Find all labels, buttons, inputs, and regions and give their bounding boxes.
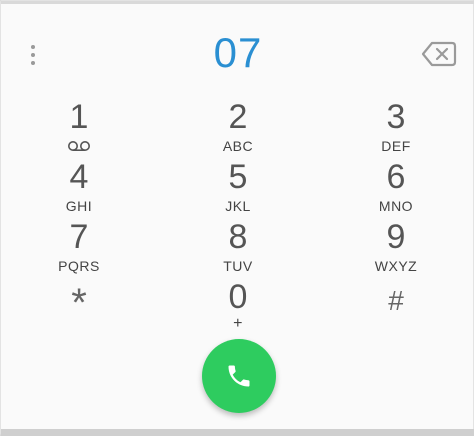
key-digit: 4 (69, 158, 89, 196)
key-letters: DEF (381, 138, 411, 154)
key-8[interactable]: 8 TUV (163, 219, 313, 277)
key-digit: # (388, 285, 404, 316)
key-digit: 1 (69, 98, 89, 136)
key-digit: 2 (228, 98, 248, 136)
key-9[interactable]: 9 WXYZ (321, 219, 471, 277)
key-4[interactable]: 4 GHI (4, 159, 154, 217)
key-digit: 5 (228, 158, 248, 196)
backspace-button[interactable] (421, 39, 457, 69)
key-letters: MNO (378, 198, 414, 214)
call-button[interactable] (202, 339, 276, 413)
key-1[interactable]: 1 (4, 99, 154, 157)
key-7[interactable]: 7 PQRS (4, 219, 154, 277)
key-letters: WXYZ (374, 258, 418, 274)
dialer-header: 07 (1, 13, 474, 93)
key-star[interactable]: * (4, 283, 154, 341)
key-letters: GHI (65, 198, 93, 214)
key-letters: PQRS (58, 258, 100, 274)
voicemail-icon (68, 141, 90, 151)
backspace-icon (421, 41, 457, 67)
key-5[interactable]: 5 JKL (163, 159, 313, 217)
key-2[interactable]: 2 ABC (163, 99, 313, 157)
key-digit: 0 (228, 278, 248, 316)
key-letters: + (233, 315, 243, 332)
key-3[interactable]: 3 DEF (321, 99, 471, 157)
dialer-screen: 07 1 2 ABC 3 DEF 4 GHI 5 JKL 6 MNO 7 PQR… (0, 0, 474, 436)
top-divider (1, 1, 474, 4)
key-letters: ABC (222, 138, 254, 154)
key-digit: 9 (386, 218, 406, 256)
key-letters: TUV (223, 258, 253, 274)
key-6[interactable]: 6 MNO (321, 159, 471, 217)
key-digit: * (71, 281, 87, 325)
key-digit: 8 (228, 218, 248, 256)
key-0[interactable]: 0 + (163, 279, 313, 337)
key-hash[interactable]: # (321, 283, 471, 341)
key-letters: JKL (225, 198, 251, 214)
key-digit: 7 (69, 218, 89, 256)
dialed-number: 07 (213, 29, 263, 76)
key-digit: 6 (386, 158, 406, 196)
phone-icon (228, 365, 250, 387)
key-digit: 3 (386, 98, 406, 136)
